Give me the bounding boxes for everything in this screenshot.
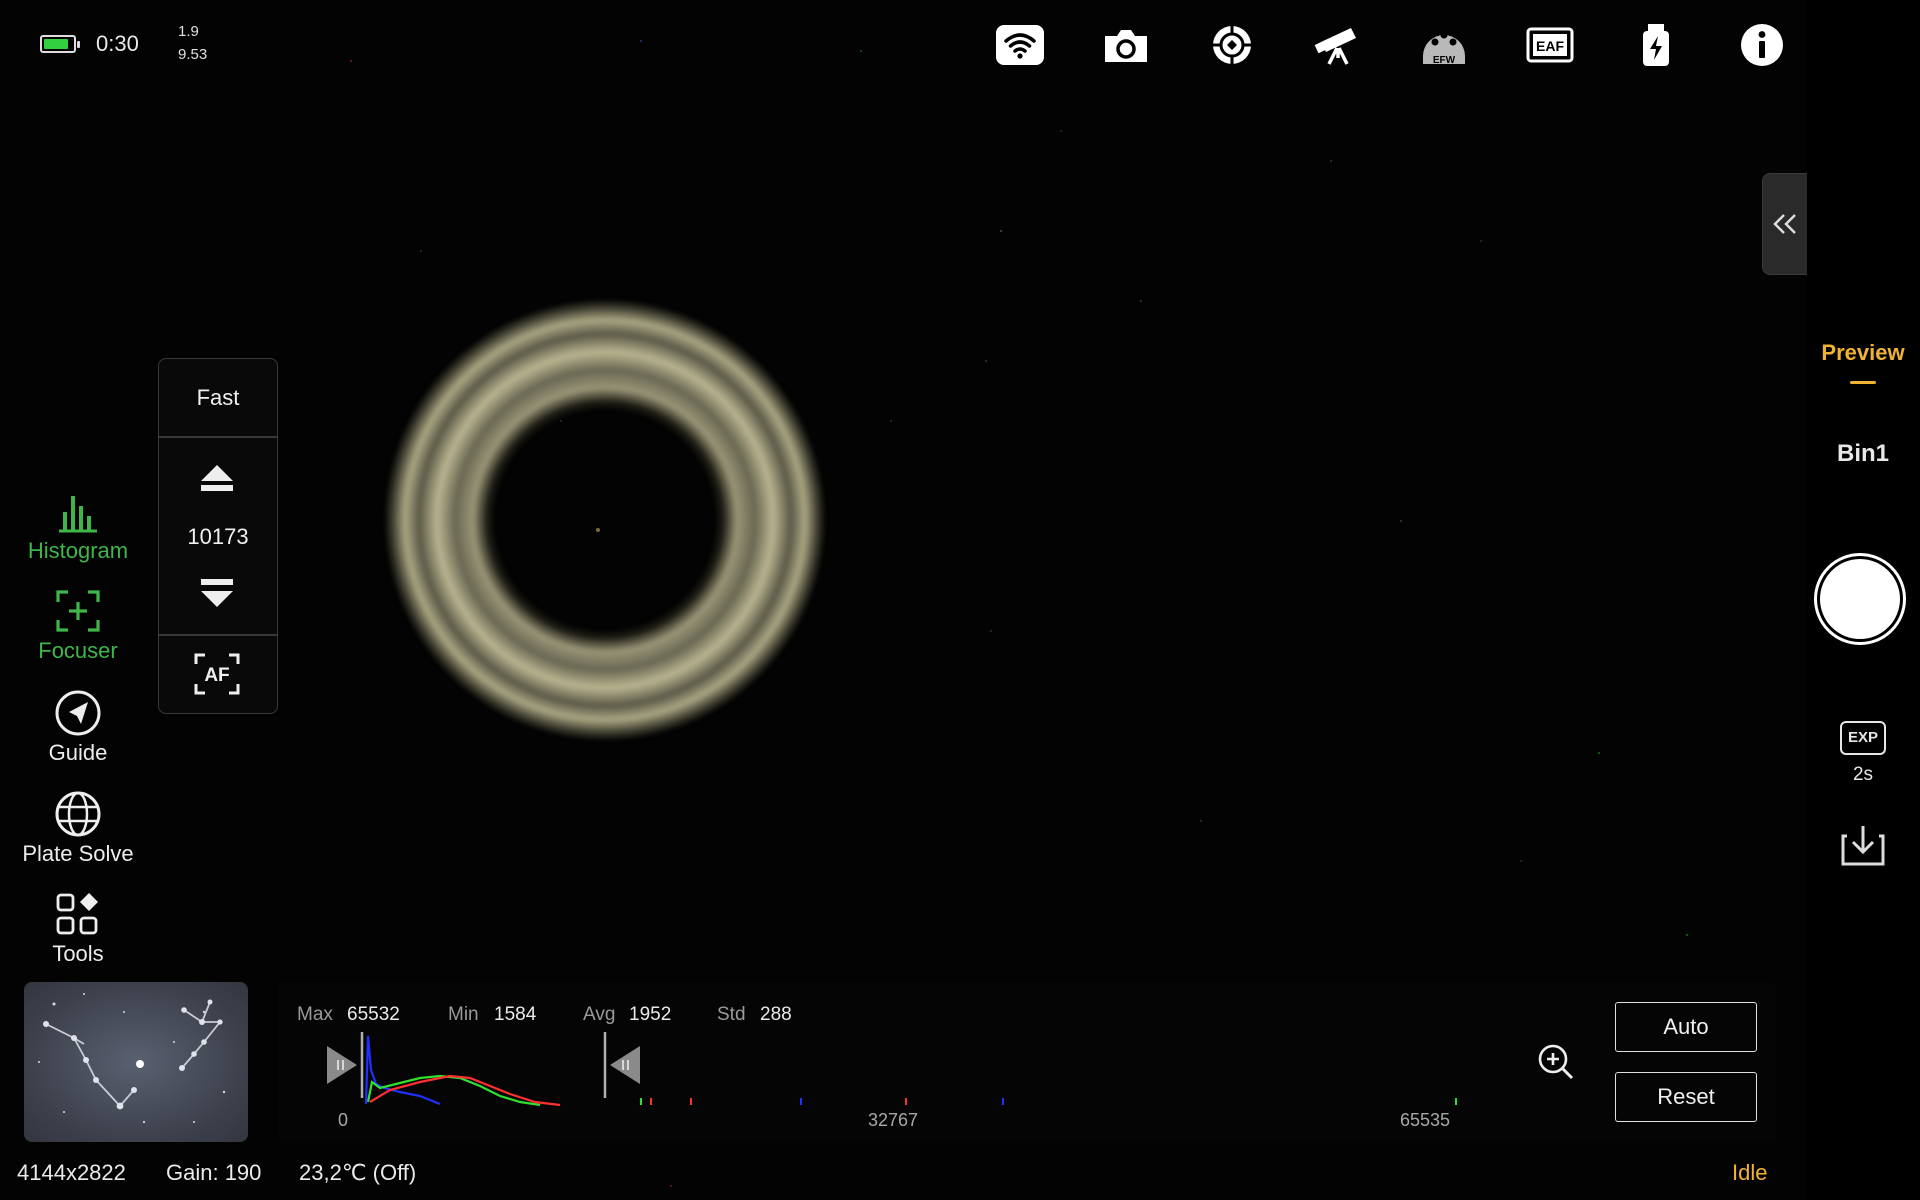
resolution-label: 4144x2822 [17,1160,126,1185]
wifi-icon[interactable] [993,20,1047,70]
histogram-spike [650,1098,652,1105]
background-star [860,50,862,52]
background-star [1330,160,1332,162]
background-star [1480,240,1482,242]
efw-icon[interactable]: EFW [1417,20,1471,70]
menu-label: Guide [48,740,108,765]
active-tab-indicator [1850,381,1876,384]
focus-up-button[interactable] [197,461,237,497]
histogram-spike [640,1098,642,1105]
stat-std-label: Std [717,1004,746,1025]
capture-state: Idle [1732,1160,1768,1185]
zoom-in-icon[interactable] [1536,1042,1576,1082]
bin-selector[interactable]: Bin1 [1806,440,1920,468]
stat-min-value: 1584 [494,1004,537,1025]
background-star [890,420,892,422]
focuser-icon [10,588,146,634]
star-center [596,528,600,532]
shutter-button[interactable] [1814,553,1906,645]
background-star [350,60,352,62]
axis-max-label: 65535 [1400,1110,1451,1130]
histogram-graph [364,1035,1457,1106]
menu-label: Tools [52,941,104,966]
background-star [1140,300,1142,302]
sky-map-thumbnail[interactable] [24,982,248,1142]
histogram-spike [800,1098,802,1105]
camera-icon[interactable] [1099,20,1153,70]
stat-avg-value: 1952 [629,1004,672,1025]
menu-plate-solve[interactable]: Plate Solve [10,791,146,867]
focus-down-button[interactable] [197,575,237,611]
background-star [670,1185,672,1187]
background-star [990,630,992,632]
guide-icon [10,690,146,736]
background-star [1200,820,1202,822]
menu-label: Histogram [27,538,129,563]
defocused-star-ring [385,300,825,740]
status-value-bottom: 9.53 [178,46,208,63]
background-star [985,360,987,362]
exposure-value[interactable]: 2s [1806,764,1920,786]
autofocus-button[interactable]: AF [193,652,241,696]
menu-focuser[interactable]: Focuser [10,588,146,664]
download-icon[interactable] [1838,822,1888,868]
histogram-spike [690,1098,692,1105]
background-star [1520,860,1522,862]
mode-preview-tab[interactable]: Preview [1806,340,1920,366]
background-star [1000,230,1002,232]
black-point-handle[interactable] [324,1032,364,1098]
svg-text:EAF: EAF [1536,38,1564,54]
menu-label: Focuser [38,638,118,663]
tools-icon [10,891,146,937]
background-star [1400,520,1402,522]
white-point-handle[interactable] [602,1032,642,1098]
histogram-icon [10,488,146,534]
background-star [640,40,642,42]
gain-label: Gain: 190 [166,1160,262,1185]
status-value-top: 1.9 [178,23,199,40]
histogram-curve [364,1035,441,1106]
histogram-spike [905,1098,907,1105]
collapse-panel-button[interactable] [1762,173,1807,275]
auto-stretch-button[interactable]: Auto [1615,1002,1757,1052]
telescope-icon[interactable] [1311,20,1365,70]
af-label: AF [204,665,229,686]
globe-icon [10,791,146,837]
histogram-spike [1002,1098,1004,1105]
clock: 0:30 [96,31,139,56]
exposure-icon[interactable]: EXP [1840,721,1886,755]
axis-min-label: 0 [338,1110,349,1130]
svg-text:EFW: EFW [1433,55,1456,66]
stat-std-value: 288 [760,1004,792,1025]
eaf-icon[interactable]: EAF [1523,20,1577,70]
background-star [1686,934,1688,936]
focuser-panel: Fast 10173 AF [158,358,278,714]
background-star [420,250,422,252]
focuser-speed-toggle[interactable]: Fast [159,385,277,411]
temperature-label: 23,2℃ (Off) [299,1160,417,1185]
menu-guide[interactable]: Guide [10,690,146,766]
stat-max-value: 65532 [347,1004,400,1025]
histogram-spike [1455,1098,1457,1105]
menu-tools[interactable]: Tools [10,891,146,967]
menu-label: Plate Solve [22,841,134,866]
menu-histogram[interactable]: Histogram [10,488,146,564]
battery-icon [40,35,80,53]
double-chevron-left-icon [1773,214,1796,234]
stat-max-label: Max [297,1004,333,1025]
usb-power-icon[interactable] [1629,20,1683,70]
background-star [1060,130,1062,132]
reset-stretch-button[interactable]: Reset [1615,1072,1757,1122]
axis-mid-label: 32767 [868,1110,919,1130]
stat-min-label: Min [448,1004,479,1025]
guide-target-icon[interactable] [1205,20,1259,70]
focuser-position: 10173 [187,524,249,549]
info-icon[interactable] [1735,20,1789,70]
stat-avg-label: Avg [583,1004,616,1025]
background-star [1598,752,1600,754]
